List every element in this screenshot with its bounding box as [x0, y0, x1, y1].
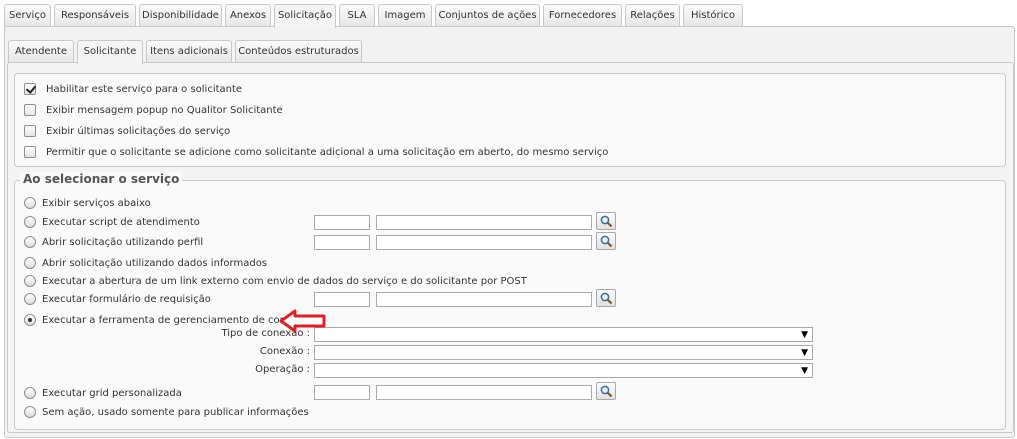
formulario-lookup-button[interactable]: [596, 289, 616, 307]
conexao-select[interactable]: ▼: [314, 345, 813, 360]
option-label: Habilitar este serviço para o solicitant…: [46, 83, 243, 95]
perfil-code-input[interactable]: [314, 235, 370, 250]
perfil-desc-input[interactable]: [376, 235, 592, 250]
option-permitir[interactable]: Permitir que o solicitante se adicione c…: [24, 144, 608, 160]
tab-solicitacao[interactable]: Solicitação: [274, 4, 336, 28]
perfil-lookup-button[interactable]: [596, 232, 616, 250]
tipo-conexao-select[interactable]: ▼: [314, 327, 813, 342]
tab-conjuntos-de-acoes[interactable]: Conjuntos de ações: [435, 4, 540, 27]
subtab-solicitante[interactable]: Solicitante: [77, 40, 143, 64]
tab-servico[interactable]: Serviço: [4, 4, 51, 27]
radio-abrir-dados[interactable]: [24, 257, 36, 269]
caret-down-icon: ▼: [801, 348, 808, 358]
radio-label: Abrir solicitação utilizando dados infor…: [42, 257, 268, 269]
arrow-left-icon: [279, 309, 326, 333]
subtab-itens-adicionais[interactable]: Itens adicionais: [146, 40, 232, 63]
radio-row-contas[interactable]: Executar a ferramenta de gerenciamento d…: [24, 312, 301, 328]
subtab-atendente[interactable]: Atendente: [8, 40, 74, 63]
conexao-label: Conexão :: [259, 346, 310, 357]
radio-link-externo[interactable]: [24, 275, 36, 287]
radio-executar-formulario[interactable]: [24, 293, 36, 305]
tab-historico[interactable]: Histórico: [683, 4, 743, 27]
magnifier-icon: [600, 385, 613, 398]
radio-exibir-servicos[interactable]: [24, 197, 36, 209]
tab-disponibilidade[interactable]: Disponibilidade: [139, 4, 222, 27]
tab-imagem[interactable]: Imagem: [378, 4, 432, 27]
radio-row-link[interactable]: Executar a abertura de um link externo c…: [24, 273, 527, 289]
grid-lookup-button[interactable]: [596, 382, 616, 400]
radio-label: Abrir solicitação utilizando perfil: [42, 236, 204, 248]
operacao-label: Operação :: [255, 364, 310, 375]
radio-executar-grid[interactable]: [24, 387, 36, 399]
tab-fornecedores[interactable]: Fornecedores: [543, 4, 622, 27]
tab-sla[interactable]: SLA: [339, 4, 375, 27]
tab-relacoes[interactable]: Relações: [625, 4, 680, 27]
grid-desc-input[interactable]: [376, 385, 592, 400]
radio-label: Executar a abertura de um link externo c…: [42, 275, 527, 287]
radio-row-grid[interactable]: Executar grid personalizada: [24, 385, 182, 401]
option-habilitar[interactable]: Habilitar este serviço para o solicitant…: [24, 81, 242, 97]
radio-abrir-perfil[interactable]: [24, 236, 36, 248]
script-desc-input[interactable]: [376, 215, 592, 230]
operacao-select[interactable]: ▼: [314, 363, 813, 378]
radio-row-perfil[interactable]: Abrir solicitação utilizando perfil: [24, 234, 203, 250]
option-label: Permitir que o solicitante se adicione c…: [46, 146, 609, 158]
magnifier-icon: [600, 235, 613, 248]
tab-anexos[interactable]: Anexos: [225, 4, 271, 27]
radio-label: Sem ação, usado somente para publicar in…: [42, 406, 309, 418]
checkbox-habilitar[interactable]: [24, 83, 36, 95]
caret-down-icon: ▼: [801, 366, 808, 376]
radio-label: Executar script de atendimento: [42, 216, 200, 228]
tab-responsaveis[interactable]: Responsáveis: [54, 4, 136, 27]
radio-label: Executar a ferramenta de gerenciamento d…: [42, 314, 302, 326]
radio-row-script[interactable]: Executar script de atendimento: [24, 214, 200, 230]
script-code-input[interactable]: [314, 215, 370, 230]
grid-code-input[interactable]: [314, 385, 370, 400]
checkbox-ultimas[interactable]: [24, 125, 36, 137]
script-lookup-button[interactable]: [596, 212, 616, 230]
option-label: Exibir mensagem popup no Qualitor Solici…: [46, 104, 283, 116]
checkbox-permitir[interactable]: [24, 146, 36, 158]
checkbox-popup[interactable]: [24, 104, 36, 116]
radio-row-dados[interactable]: Abrir solicitação utilizando dados infor…: [24, 255, 267, 271]
radio-label: Executar grid personalizada: [42, 387, 182, 399]
option-ultimas[interactable]: Exibir últimas solicitações do serviço: [24, 123, 230, 139]
option-label: Exibir últimas solicitações do serviço: [46, 125, 231, 137]
formulario-code-input[interactable]: [314, 292, 370, 307]
option-popup[interactable]: Exibir mensagem popup no Qualitor Solici…: [24, 102, 283, 118]
radio-row-sem-acao[interactable]: Sem ação, usado somente para publicar in…: [24, 404, 309, 420]
radio-label: Executar formulário de requisição: [42, 293, 211, 305]
subtab-conteudos-estruturados[interactable]: Conteúdos estruturados: [235, 40, 362, 63]
magnifier-icon: [600, 215, 613, 228]
radio-sem-acao[interactable]: [24, 406, 36, 418]
radio-label: Exibir serviços abaixo: [42, 197, 151, 209]
formulario-desc-input[interactable]: [376, 292, 592, 307]
caret-down-icon: ▼: [801, 330, 808, 340]
magnifier-icon: [600, 292, 613, 305]
radio-executar-script[interactable]: [24, 216, 36, 228]
radio-gerenciamento-contas[interactable]: [24, 314, 36, 326]
fieldset-legend: Ao selecionar o serviço: [20, 172, 183, 186]
radio-row-formulario[interactable]: Executar formulário de requisição: [24, 291, 211, 307]
radio-row-exibir[interactable]: Exibir serviços abaixo: [24, 195, 151, 211]
